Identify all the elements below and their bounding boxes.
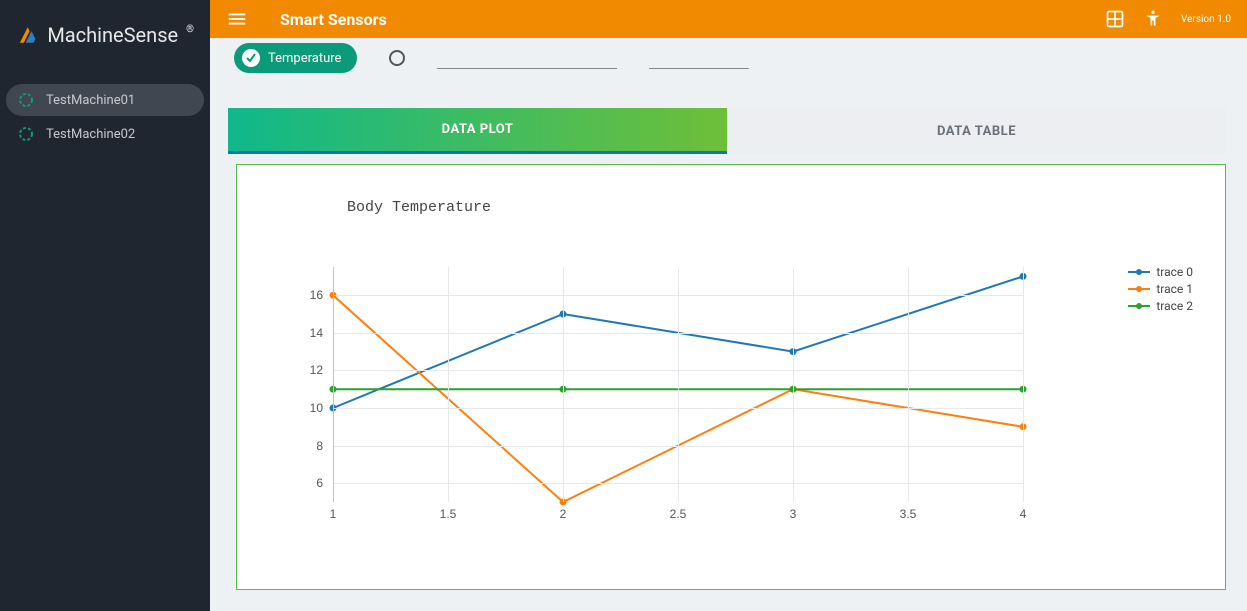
filter-bar: Temperature: [210, 38, 1247, 78]
version-label: Version 1.0: [1181, 14, 1231, 25]
legend-item-trace-0[interactable]: trace 0: [1128, 265, 1193, 279]
x-tick: 4: [1020, 507, 1027, 521]
grid-view-icon[interactable]: [1105, 9, 1125, 29]
y-tick: 6: [293, 476, 323, 490]
chart-legend: trace 0 trace 1 trace 2: [1128, 265, 1193, 316]
y-tick: 8: [293, 439, 323, 453]
brand-mark-icon: [16, 22, 39, 48]
machine-icon: [18, 92, 34, 108]
x-tick: 2.5: [670, 507, 687, 521]
chart-panel: Body Temperature 681012141611.522.533.54…: [236, 164, 1226, 590]
legend-swatch: [1128, 305, 1150, 307]
legend-label: trace 2: [1156, 299, 1193, 313]
filter-input-2[interactable]: [649, 47, 749, 69]
sidebar-item-label: TestMachine02: [46, 127, 135, 142]
chip-label: Temperature: [268, 51, 341, 66]
chart-title: Body Temperature: [347, 199, 491, 216]
sidebar-item-testmachine02[interactable]: TestMachine02: [0, 116, 210, 152]
legend-swatch: [1128, 288, 1150, 290]
y-tick: 10: [293, 401, 323, 415]
x-tick: 1.5: [440, 507, 457, 521]
y-tick: 12: [293, 363, 323, 377]
x-tick: 1: [330, 507, 337, 521]
machine-icon: [18, 126, 34, 142]
unselected-radio[interactable]: [389, 50, 405, 66]
y-tick: 14: [293, 326, 323, 340]
legend-label: trace 0: [1156, 265, 1193, 279]
app-header: Smart Sensors Version 1.0: [210, 0, 1247, 38]
filter-input-1[interactable]: [437, 47, 617, 69]
plot-area[interactable]: 681012141611.522.533.54: [333, 267, 1023, 502]
sidebar: MachineSense® TestMachine01 TestMachine0…: [0, 0, 210, 611]
check-icon: [242, 49, 260, 67]
x-tick: 3: [790, 507, 797, 521]
legend-item-trace-2[interactable]: trace 2: [1128, 299, 1193, 313]
tab-data-plot[interactable]: DATA PLOT: [228, 108, 727, 154]
legend-swatch: [1128, 271, 1150, 273]
tab-label: DATA PLOT: [442, 122, 514, 137]
brand-logo: MachineSense®: [0, 0, 210, 74]
menu-icon[interactable]: [226, 8, 248, 30]
y-tick: 16: [293, 288, 323, 302]
x-tick: 3.5: [900, 507, 917, 521]
accessibility-icon[interactable]: [1143, 9, 1163, 29]
sidebar-item-label: TestMachine01: [46, 93, 135, 108]
x-tick: 2: [560, 507, 567, 521]
brand-text: MachineSense: [47, 23, 178, 47]
legend-item-trace-1[interactable]: trace 1: [1128, 282, 1193, 296]
sidebar-item-testmachine01[interactable]: TestMachine01: [6, 84, 204, 116]
tab-label: DATA TABLE: [937, 124, 1016, 139]
content-tabs: DATA PLOT DATA TABLE: [228, 108, 1226, 154]
legend-label: trace 1: [1156, 282, 1193, 296]
metric-chip-temperature[interactable]: Temperature: [234, 43, 357, 73]
sidebar-items: TestMachine01 TestMachine02: [0, 74, 210, 152]
tab-data-table[interactable]: DATA TABLE: [727, 108, 1226, 154]
page-title: Smart Sensors: [280, 10, 387, 29]
